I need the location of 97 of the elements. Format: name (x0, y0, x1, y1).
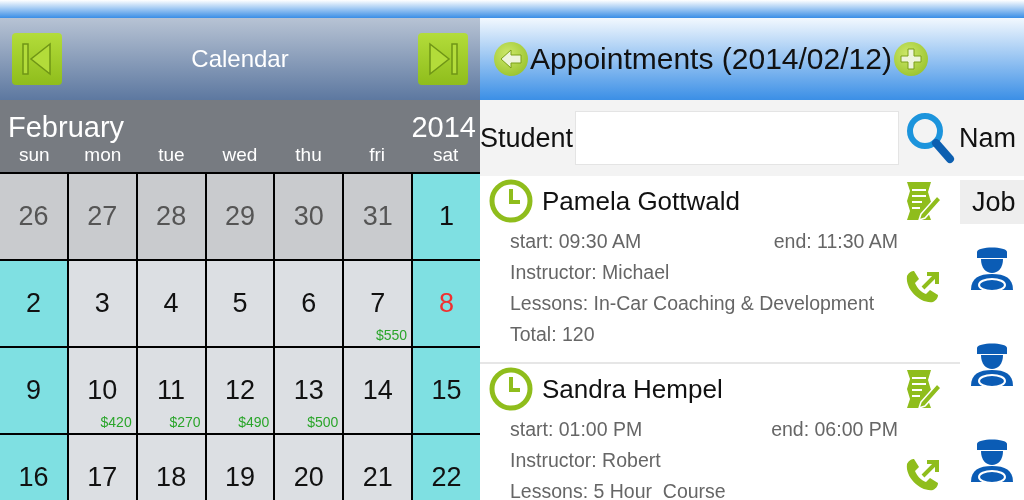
day-cell[interactable]: 31 (344, 174, 412, 259)
weekday-label: sat (432, 144, 460, 166)
end-time: end: 11:30 AM (773, 229, 898, 254)
day-number: 30 (293, 201, 324, 232)
appointments-title: Appointments (2014/02/12) (530, 42, 892, 76)
day-cell[interactable]: 11 $270 (137, 348, 205, 433)
day-amount: $270 (169, 414, 201, 430)
day-number: 4 (163, 288, 179, 319)
day-amount: $550 (376, 327, 408, 343)
day-cell[interactable]: 4 (137, 261, 205, 346)
day-number: 5 (232, 288, 248, 319)
day-number: 1 (439, 201, 455, 232)
day-cell[interactable]: 1 (413, 174, 480, 259)
skip-back-icon (20, 41, 54, 77)
day-number: 13 (293, 375, 324, 406)
lessons-text: Lessons: 5 Hour Course (510, 479, 727, 500)
day-number: 15 (431, 375, 462, 406)
student-label: Student (480, 122, 574, 154)
day-cell[interactable]: 13 $500 (275, 348, 343, 433)
day-number: 22 (431, 462, 462, 493)
day-cell[interactable]: 27 (68, 174, 136, 259)
job-header: Job (960, 180, 1024, 224)
clock-icon (488, 178, 534, 224)
day-cell[interactable]: 6 (275, 261, 343, 346)
day-number: 26 (18, 201, 49, 232)
day-cell[interactable]: 20 (275, 435, 343, 500)
day-cell[interactable]: 7 $550 (344, 261, 412, 346)
day-cell[interactable]: 28 (137, 174, 205, 259)
day-amount: $490 (238, 414, 270, 430)
day-number: 7 (370, 288, 386, 319)
weekday-label: sun (17, 144, 51, 166)
day-cell[interactable]: 22 (413, 435, 480, 500)
day-cell[interactable]: 5 (206, 261, 274, 346)
day-cell[interactable]: 30 (275, 174, 343, 259)
student-search-field[interactable] (575, 111, 900, 165)
day-number: 29 (224, 201, 255, 232)
weekday-label: wed (221, 144, 259, 166)
skip-forward-icon (426, 41, 460, 77)
weekday-label: mon (83, 144, 123, 166)
name-label: Nam (959, 122, 1017, 154)
day-number: 3 (94, 288, 110, 319)
day-cell[interactable]: 15 (413, 348, 480, 433)
left-arrow-icon (499, 49, 523, 69)
day-number: 8 (439, 288, 455, 319)
next-month-button[interactable] (418, 33, 468, 85)
day-cell[interactable]: 2 (0, 261, 67, 346)
back-button[interactable] (494, 42, 528, 76)
day-number: 14 (362, 375, 393, 406)
add-button[interactable] (893, 42, 928, 76)
day-number: 31 (362, 201, 393, 232)
total-text: Total: 120 (510, 322, 596, 347)
day-number: 9 (25, 375, 41, 406)
day-number: 27 (87, 201, 118, 232)
day-number: 28 (156, 201, 187, 232)
day-cell[interactable]: 10 $420 (68, 348, 136, 433)
day-cell[interactable]: 3 (68, 261, 136, 346)
weekday-label: tue (157, 144, 186, 166)
month-label: February (8, 111, 125, 144)
day-number: 19 (224, 462, 255, 493)
day-cell[interactable]: 16 (0, 435, 67, 500)
start-time: start: 09:30 AM (510, 229, 642, 254)
day-number: 20 (293, 462, 324, 493)
day-cell[interactable]: 21 (344, 435, 412, 500)
end-time: end: 06:00 PM (771, 417, 898, 442)
day-cell[interactable]: 12 $490 (206, 348, 274, 433)
day-cell[interactable]: 17 (68, 435, 136, 500)
day-number: 10 (87, 375, 118, 406)
day-cell[interactable]: 9 (0, 348, 67, 433)
day-cell[interactable]: 18 (137, 435, 205, 500)
weekday-label: fri (368, 144, 387, 166)
day-number: 11 (157, 375, 186, 406)
day-number: 17 (87, 462, 118, 493)
weekday-label: thu (294, 144, 323, 166)
instructor-text: Instructor: Michael (510, 260, 671, 285)
day-number: 12 (224, 375, 255, 406)
day-number: 16 (18, 462, 49, 493)
student-name: Pamela Gottwald (542, 185, 740, 217)
year-label: 2014 (411, 111, 476, 144)
day-number: 21 (362, 462, 393, 493)
previous-month-button[interactable] (12, 33, 62, 85)
day-cell[interactable]: 19 (206, 435, 274, 500)
start-time: start: 01:00 PM (510, 417, 643, 442)
day-cell[interactable]: 26 (0, 174, 67, 259)
clock-icon (488, 366, 534, 412)
search-icon[interactable] (905, 111, 956, 165)
plus-icon (899, 48, 922, 70)
day-number: 2 (25, 288, 41, 319)
day-cell[interactable]: 29 (206, 174, 274, 259)
day-number: 6 (301, 288, 317, 319)
lessons-text: Lessons: In-Car Coaching & Development (510, 291, 876, 316)
calendar-title: Calendar (191, 45, 289, 73)
day-number: 18 (156, 462, 187, 493)
day-cell[interactable]: 14 (344, 348, 412, 433)
day-amount: $420 (100, 414, 132, 430)
day-amount: $500 (307, 414, 339, 430)
student-name: Sandra Hempel (542, 373, 723, 405)
instructor-text: Instructor: Robert (510, 448, 662, 473)
